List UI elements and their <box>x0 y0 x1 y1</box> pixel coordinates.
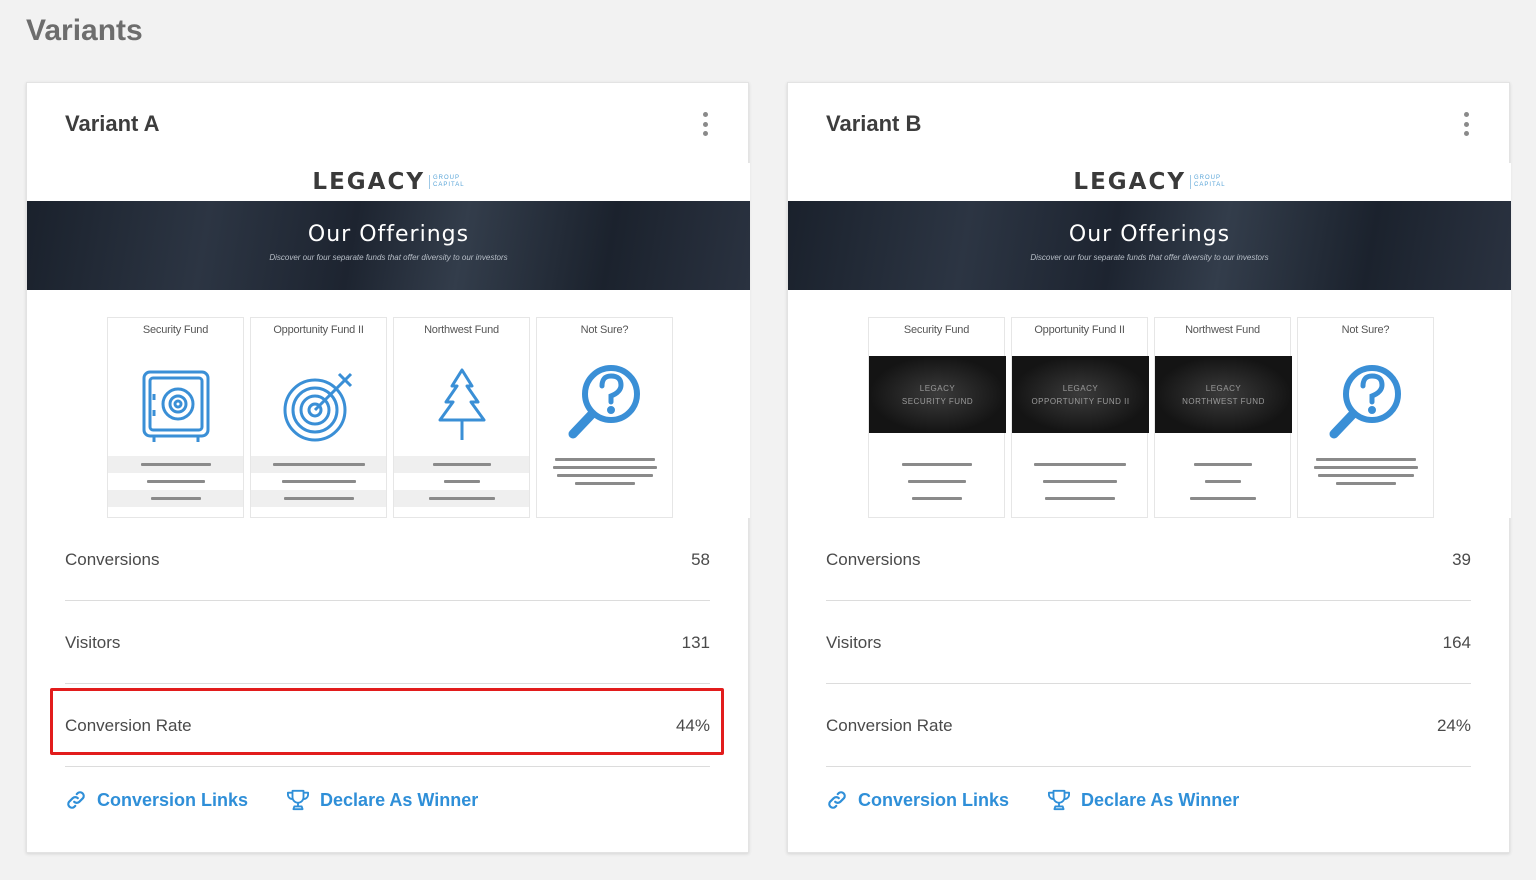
conversions-row: Conversions 58 <box>65 518 710 601</box>
target-icon <box>251 368 386 444</box>
visitors-value: 164 <box>1442 633 1471 652</box>
tree-icon <box>394 368 529 444</box>
visitors-row: Visitors 164 <box>826 601 1471 684</box>
variant-card-b: Variant B LEGACY GROUP CAPITAL Our Offeri… <box>787 82 1511 853</box>
offering-card: Not Sure? <box>536 317 673 518</box>
declare-winner-button[interactable]: Declare As Winner <box>1047 789 1239 811</box>
variant-actions: Conversion Links Declare As Winner <box>65 789 478 811</box>
variant-card-a: Variant A LEGACY GROUP CAPITAL Our Offeri… <box>26 82 750 853</box>
more-options-icon[interactable] <box>698 112 712 136</box>
offering-card: Opportunity Fund II LEGACY OPPORTUNITY F… <box>1011 317 1149 518</box>
offering-card: Security Fund <box>107 317 244 518</box>
offering-card: Northwest Fund <box>393 317 530 518</box>
offering-card: Not Sure? <box>1297 317 1434 518</box>
conversion-rate-value: 44% <box>675 716 710 735</box>
offering-card: Northwest Fund LEGACY NORTHWEST FUND <box>1154 317 1292 518</box>
hero-banner: Our Offerings Discover our four separate… <box>27 201 750 290</box>
variant-preview[interactable]: LEGACY GROUP CAPITAL Our Offerings Discov… <box>27 163 750 518</box>
trophy-icon <box>287 789 310 811</box>
conversion-rate-row: Conversion Rate 24% <box>826 684 1471 767</box>
more-options-icon[interactable] <box>1459 112 1473 136</box>
conversion-rate-value: 24% <box>1436 716 1471 735</box>
variant-stats: Conversions 39 Visitors 164 Conversion R… <box>826 518 1471 767</box>
variant-actions: Conversion Links Declare As Winner <box>826 789 1239 811</box>
offering-card: Opportunity Fund II <box>250 317 387 518</box>
legacy-logo: LEGACY GROUP CAPITAL <box>1073 169 1226 195</box>
visitors-row: Visitors 131 <box>65 601 710 684</box>
page-title: Variants <box>26 14 143 47</box>
variant-title: Variant A <box>65 111 160 136</box>
link-icon <box>828 791 846 809</box>
question-magnifier-icon <box>537 362 672 442</box>
offerings-grid: Security Fund Opportunity Fund II Northw… <box>107 317 673 518</box>
conversions-row: Conversions 39 <box>826 518 1471 601</box>
variant-preview[interactable]: LEGACY GROUP CAPITAL Our Offerings Discov… <box>788 163 1511 518</box>
variant-title: Variant B <box>826 111 922 136</box>
conversions-value: 58 <box>691 550 710 569</box>
declare-winner-button[interactable]: Declare As Winner <box>286 789 478 811</box>
link-icon <box>67 791 85 809</box>
question-magnifier-icon <box>1298 362 1433 442</box>
conversion-links-button[interactable]: Conversion Links <box>65 789 248 811</box>
fund-thumbnail: LEGACY SECURITY FUND <box>869 356 1006 433</box>
offering-card: Security Fund LEGACY SECURITY FUND <box>868 317 1006 518</box>
fund-thumbnail: LEGACY NORTHWEST FUND <box>1155 356 1292 433</box>
fund-thumbnail: LEGACY OPPORTUNITY FUND II <box>1012 356 1149 433</box>
trophy-icon <box>1048 789 1071 811</box>
conversion-links-button[interactable]: Conversion Links <box>826 789 1009 811</box>
variant-stats: Conversions 58 Visitors 131 Conversion R… <box>65 518 710 767</box>
visitors-value: 131 <box>681 633 710 652</box>
conversion-rate-row: Conversion Rate 44% <box>65 684 710 767</box>
offerings-grid: Security Fund LEGACY SECURITY FUND Oppor… <box>868 317 1434 518</box>
safe-icon <box>108 368 243 444</box>
hero-banner: Our Offerings Discover our four separate… <box>788 201 1511 290</box>
legacy-logo: LEGACY GROUP CAPITAL <box>312 169 465 195</box>
conversions-value: 39 <box>1452 550 1471 569</box>
